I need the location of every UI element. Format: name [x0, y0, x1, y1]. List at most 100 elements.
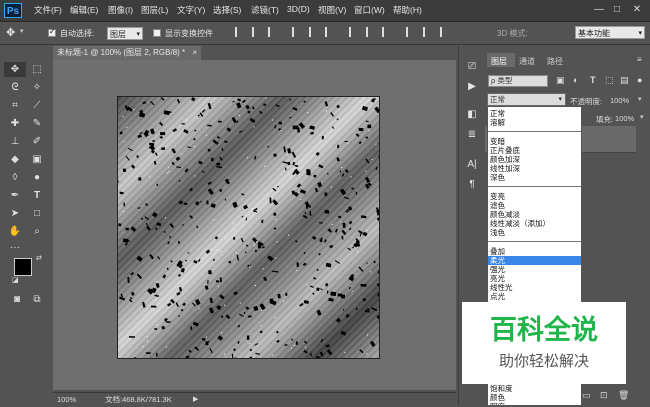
distribute-vcenter-icon[interactable] — [366, 27, 374, 37]
auto-select-dropdown[interactable]: 图层 ▾ — [107, 27, 143, 40]
blend-option[interactable]: 深色 — [490, 173, 505, 182]
lasso-tool-icon[interactable]: ᘓ — [8, 82, 22, 94]
align-hcenter-icon[interactable] — [309, 27, 317, 37]
filter-adjust-icon[interactable]: ◐ — [573, 75, 578, 85]
filter-smart-icon[interactable]: ▤ — [620, 75, 629, 86]
actions-panel-icon[interactable]: ▶ — [465, 80, 479, 94]
blend-option[interactable]: 颜色减淡 — [490, 210, 520, 219]
tab-layers[interactable]: 图层 — [491, 56, 507, 67]
pen-tool-icon[interactable]: ✒ — [8, 190, 22, 202]
auto-select-checkbox[interactable]: ✓ — [48, 27, 56, 37]
document-canvas[interactable] — [117, 96, 380, 359]
blend-option[interactable]: 点光 — [490, 292, 505, 301]
filter-type-icon[interactable]: T — [590, 75, 596, 85]
blend-option[interactable]: 颜色加深 — [490, 155, 520, 164]
align-right-icon[interactable] — [325, 27, 333, 37]
menu-view[interactable]: 视图(V) — [318, 4, 346, 16]
document-tab[interactable]: 未标题-1 @ 100% (图层 2, RGB/8) * × — [53, 46, 201, 60]
blend-option[interactable]: 叠加 — [490, 247, 505, 256]
close-button[interactable]: ✕ — [630, 3, 644, 16]
menu-help[interactable]: 帮助(H) — [393, 4, 422, 16]
crop-tool-icon[interactable]: ⌗ — [8, 100, 22, 112]
blur-tool-icon[interactable]: ◊ — [8, 172, 22, 184]
menu-select[interactable]: 选择(S) — [213, 4, 241, 16]
show-transform-checkbox[interactable] — [153, 29, 161, 37]
align-vcenter-icon[interactable] — [252, 27, 260, 37]
blend-option[interactable]: 正片叠底 — [490, 146, 520, 155]
menu-layer[interactable]: 图层(L) — [141, 4, 168, 16]
eyedropper-icon[interactable]: ⟋ — [30, 100, 44, 112]
move-tool-icon[interactable]: ✥ — [6, 26, 15, 39]
chevron-down-icon[interactable]: ▾ — [640, 113, 644, 121]
panel-menu-icon[interactable]: ≡ — [637, 55, 642, 64]
blend-option[interactable]: 线性光 — [490, 283, 513, 292]
blend-option[interactable]: 明度 — [490, 402, 505, 405]
zoom-level[interactable]: 100% — [57, 393, 76, 407]
menu-filter[interactable]: 滤镜(T) — [251, 4, 279, 16]
blend-option[interactable]: 线性减淡（添加） — [490, 219, 550, 228]
blend-option[interactable]: 正常 — [490, 109, 505, 118]
eraser-tool-icon[interactable]: ◆ — [8, 154, 22, 166]
kind-filter-dropdown[interactable]: ρ 类型 — [488, 75, 548, 87]
blend-option[interactable]: 变暗 — [490, 137, 505, 146]
filter-pixel-icon[interactable]: ▣ — [556, 75, 565, 86]
properties-panel-icon[interactable]: ≣ — [465, 128, 479, 142]
screen-mode-icon[interactable]: ⧉ — [30, 294, 44, 306]
blend-option[interactable]: 饱和度 — [490, 384, 513, 393]
clone-stamp-icon[interactable]: ⊥ — [8, 136, 22, 148]
history-panel-icon[interactable]: ⎚ — [465, 60, 479, 74]
blend-option[interactable]: 颜色 — [490, 393, 505, 402]
distribute-right-icon[interactable] — [440, 27, 448, 37]
delete-layer-icon[interactable]: 🗑 — [618, 390, 629, 401]
adjustments-panel-icon[interactable]: ◧ — [465, 108, 479, 122]
blend-option[interactable]: 变亮 — [490, 192, 505, 201]
blend-option-selected[interactable]: 柔光 — [488, 256, 581, 265]
chevron-down-icon[interactable]: ▾ — [638, 95, 642, 103]
menu-edit[interactable]: 编辑(E) — [70, 4, 98, 16]
history-brush-icon[interactable]: ✐ — [30, 136, 44, 148]
blend-option[interactable]: 亮光 — [490, 274, 505, 283]
rectangle-tool-icon[interactable]: □ — [30, 208, 44, 220]
path-selection-icon[interactable]: ➤ — [8, 208, 22, 220]
doc-info[interactable]: 文档:468.8K/781.3K — [105, 393, 172, 407]
paragraph-panel-icon[interactable]: ¶ — [465, 178, 479, 192]
zoom-tool-icon[interactable]: ⌕ — [30, 226, 44, 238]
workspace-dropdown[interactable]: 基本功能 ▾ — [575, 26, 645, 39]
blend-mode-dropdown[interactable]: 正常 ▾ — [487, 93, 566, 106]
quick-mask-icon[interactable]: ◙ — [10, 294, 24, 306]
distribute-bottom-icon[interactable] — [382, 27, 390, 37]
brush-tool-icon[interactable]: ✎ — [30, 118, 44, 130]
blend-option[interactable]: 浅色 — [490, 228, 505, 237]
fill-value[interactable]: 100% — [615, 114, 634, 123]
tab-channels[interactable]: 通道 — [519, 56, 535, 67]
distribute-hcenter-icon[interactable] — [423, 27, 431, 37]
minimize-button[interactable]: — — [592, 3, 606, 16]
filter-toggle-icon[interactable]: ● — [637, 75, 642, 85]
arrow-right-icon[interactable]: ▶ — [193, 393, 198, 407]
blend-option[interactable]: 溶解 — [490, 118, 505, 127]
close-icon[interactable]: × — [192, 46, 197, 60]
distribute-top-icon[interactable] — [349, 27, 357, 37]
move-tool-icon[interactable]: ✥ — [8, 64, 22, 76]
foreground-color-swatch[interactable] — [14, 258, 32, 276]
character-panel-icon[interactable]: A| — [465, 158, 479, 172]
marquee-tool-icon[interactable]: ⬚ — [30, 64, 44, 76]
blend-option[interactable]: 线性加深 — [490, 164, 520, 173]
menu-3d[interactable]: 3D(D) — [287, 4, 310, 14]
more-tools-icon[interactable]: ··· — [8, 242, 22, 254]
default-colors-icon[interactable]: ◪ — [12, 276, 19, 284]
opacity-value[interactable]: 100% — [610, 96, 629, 105]
swap-colors-icon[interactable]: ⇄ — [36, 254, 42, 262]
tab-paths[interactable]: 路径 — [547, 56, 563, 67]
menu-window[interactable]: 窗口(W) — [354, 4, 385, 16]
distribute-left-icon[interactable] — [406, 27, 414, 37]
magic-wand-icon[interactable]: ✧ — [30, 82, 44, 94]
align-bottom-icon[interactable] — [268, 27, 276, 37]
new-layer-icon[interactable]: ⊡ — [600, 390, 608, 401]
hand-tool-icon[interactable]: ✋ — [8, 226, 22, 238]
filter-shape-icon[interactable]: ⬚ — [605, 75, 614, 86]
chevron-down-icon[interactable]: ▾ — [20, 27, 24, 35]
maximize-button[interactable]: □ — [610, 3, 624, 16]
blend-option[interactable]: 滤色 — [490, 201, 505, 210]
menu-image[interactable]: 图像(I) — [108, 4, 133, 16]
